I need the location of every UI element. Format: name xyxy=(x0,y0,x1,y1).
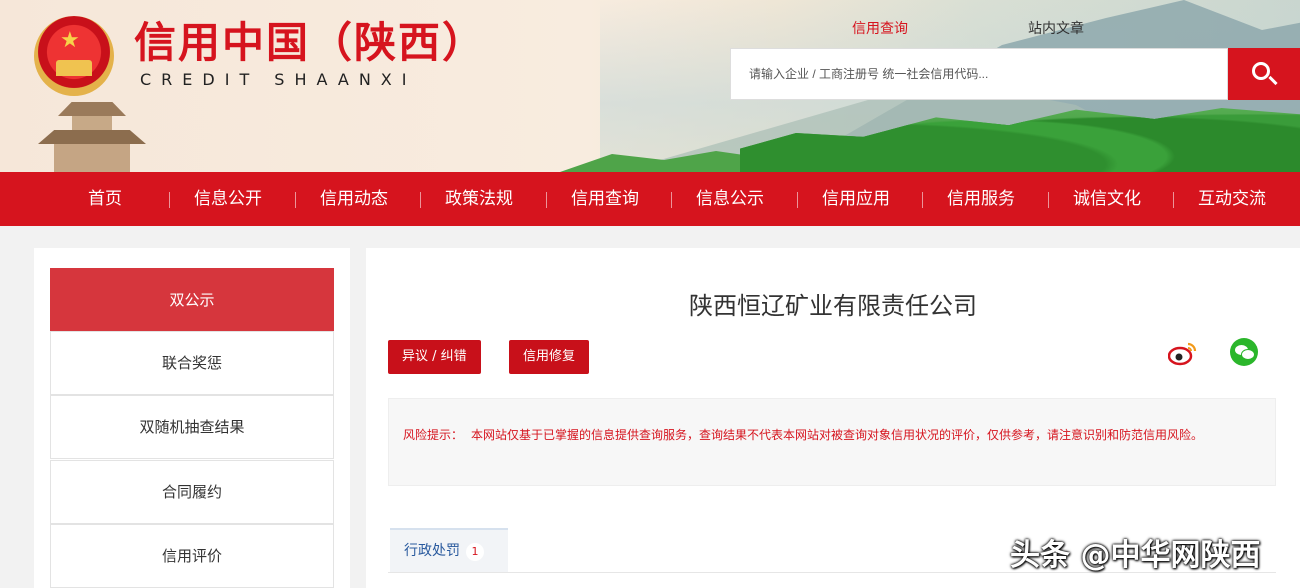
nav-divider xyxy=(671,192,672,208)
nav-divider xyxy=(797,192,798,208)
risk-warning: 风险提示： 本网站仅基于已掌握的信息提供查询服务，查询结果不代表本网站对被查询对象… xyxy=(388,398,1276,486)
site-header: ★ 信用中国（陕西） CREDIT SHAANXI 信用查询 站内文章 xyxy=(0,0,1300,172)
nav-item-credit-query[interactable]: 信用查询 xyxy=(571,172,639,226)
nav-divider xyxy=(546,192,547,208)
sidebar: 双公示 联合奖惩 双随机抽查结果 合同履约 信用评价 xyxy=(34,248,350,588)
nav-item-credit-service[interactable]: 信用服务 xyxy=(947,172,1015,226)
tab-credit-query[interactable]: 信用查询 xyxy=(852,18,908,38)
nav-item-credit-news[interactable]: 信用动态 xyxy=(320,172,388,226)
weibo-share-icon[interactable] xyxy=(1168,340,1198,366)
nav-divider xyxy=(295,192,296,208)
sidebar-item-credit-evaluation[interactable]: 信用评价 xyxy=(50,524,334,588)
nav-item-home[interactable]: 首页 xyxy=(88,172,122,226)
nav-divider xyxy=(922,192,923,208)
risk-warning-label: 风险提示： xyxy=(403,428,464,442)
tab-site-search[interactable]: 站内文章 xyxy=(1028,18,1084,38)
site-subtitle: CREDIT SHAANXI xyxy=(140,70,417,89)
nav-item-info-publicity[interactable]: 信息公示 xyxy=(696,172,764,226)
pavilion-icon xyxy=(28,96,156,172)
credit-repair-button[interactable]: 信用修复 xyxy=(509,340,590,374)
risk-warning-text: 本网站仅基于已掌握的信息提供查询服务，查询结果不代表本网站对被查询对象信用状况的… xyxy=(471,428,1204,442)
main-nav: 首页 信息公开 信用动态 政策法规 信用查询 信息公示 信用应用 信用服务 诚信… xyxy=(0,172,1300,226)
site-title[interactable]: 信用中国（陕西） xyxy=(134,18,486,68)
sidebar-item-random-inspection[interactable]: 双随机抽查结果 xyxy=(50,395,334,459)
company-name: 陕西恒辽矿业有限责任公司 xyxy=(689,292,977,320)
national-emblem-icon: ★ xyxy=(34,16,114,96)
tab-administrative-penalty[interactable]: 行政处罚 1 xyxy=(390,528,508,572)
nav-divider xyxy=(169,192,170,208)
search-button[interactable] xyxy=(1228,48,1300,100)
sidebar-item-double-publicity[interactable]: 双公示 xyxy=(50,268,334,332)
nav-item-interaction[interactable]: 互动交流 xyxy=(1198,172,1266,226)
search-input[interactable] xyxy=(730,48,1228,100)
nav-divider xyxy=(1048,192,1049,208)
tab-label: 行政处罚 xyxy=(404,543,460,559)
nav-divider xyxy=(420,192,421,208)
objection-button[interactable]: 异议 / 纠错 xyxy=(388,340,481,374)
nav-item-credit-application[interactable]: 信用应用 xyxy=(822,172,890,226)
nav-divider xyxy=(1173,192,1174,208)
nav-item-integrity-culture[interactable]: 诚信文化 xyxy=(1073,172,1141,226)
wechat-share-icon[interactable] xyxy=(1230,338,1258,366)
nav-item-info-open[interactable]: 信息公开 xyxy=(194,172,262,226)
watermark-text: 头条 @中华网陕西 xyxy=(1010,538,1261,573)
tab-count-badge: 1 xyxy=(466,543,484,561)
sidebar-item-contract-performance[interactable]: 合同履约 xyxy=(50,460,334,524)
sidebar-item-joint-reward-punish[interactable]: 联合奖惩 xyxy=(50,331,334,395)
nav-item-policy[interactable]: 政策法规 xyxy=(445,172,513,226)
search-bar xyxy=(730,48,1300,100)
